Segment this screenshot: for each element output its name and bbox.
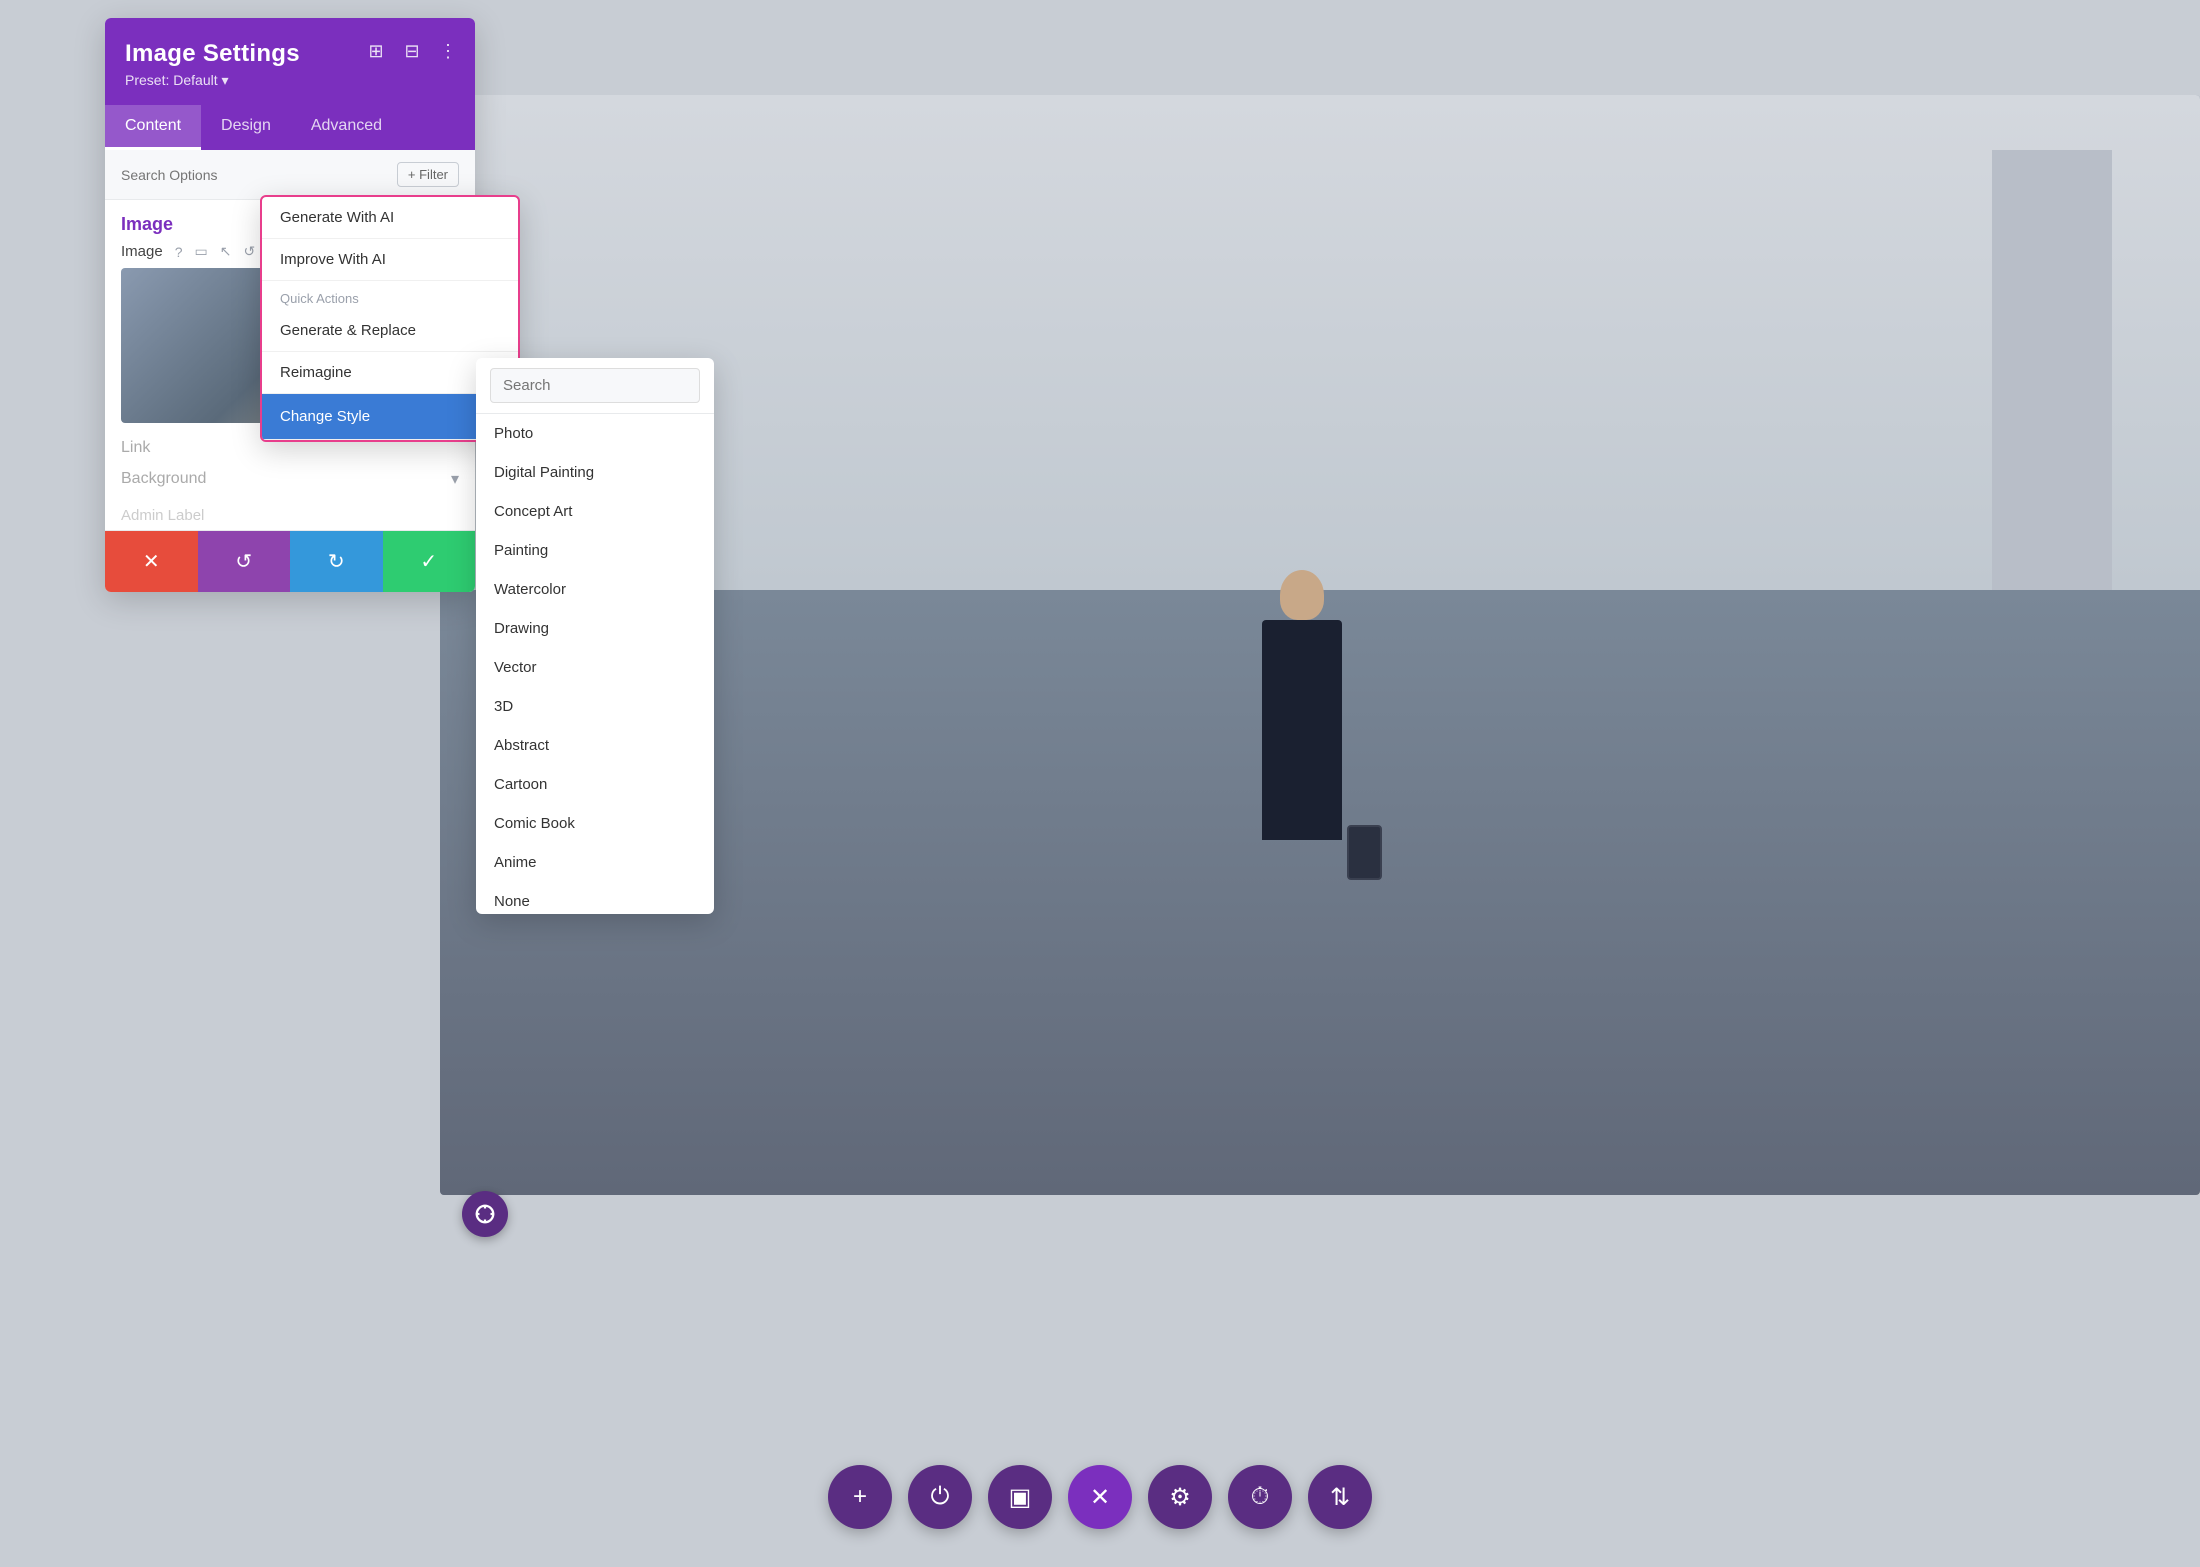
tab-design[interactable]: Design	[201, 105, 291, 150]
bottom-toolbar: ✕ ↺ ↻ ✓	[105, 530, 475, 592]
reset-icon[interactable]: ↺	[243, 243, 255, 260]
section-title: Image	[121, 214, 173, 235]
improve-with-ai-item[interactable]: Improve With AI	[262, 239, 518, 281]
history-float-button[interactable]: ⏱	[1228, 1465, 1292, 1529]
compass-icon	[474, 1203, 496, 1225]
more-icon[interactable]: ⋮	[435, 38, 461, 64]
style-list: Photo Digital Painting Concept Art Paint…	[476, 414, 714, 914]
cancel-button[interactable]: ✕	[105, 531, 198, 592]
style-drawing[interactable]: Drawing	[476, 609, 714, 648]
tab-content[interactable]: Content	[105, 105, 201, 150]
close-float-button[interactable]: ✕	[1068, 1465, 1132, 1529]
tab-advanced[interactable]: Advanced	[291, 105, 402, 150]
style-painting[interactable]: Painting	[476, 531, 714, 570]
style-anime[interactable]: Anime	[476, 843, 714, 882]
background-section: Background ▾	[105, 457, 475, 501]
style-cartoon[interactable]: Cartoon	[476, 765, 714, 804]
cursor-icon[interactable]: ↖	[220, 243, 232, 260]
admin-label: Admin Label	[121, 507, 459, 524]
style-3d[interactable]: 3D	[476, 687, 714, 726]
style-comic-book[interactable]: Comic Book	[476, 804, 714, 843]
nav-float-button[interactable]	[462, 1191, 508, 1237]
style-digital-painting[interactable]: Digital Painting	[476, 453, 714, 492]
generate-with-ai-item[interactable]: Generate With AI	[262, 197, 518, 239]
stop-float-button[interactable]: ▣	[988, 1465, 1052, 1529]
style-vector[interactable]: Vector	[476, 648, 714, 687]
maximize-icon[interactable]: ⊞	[363, 38, 389, 64]
bottom-float-toolbar: + ⏻ ▣ ✕ ⚙ ⏱ ⇅	[828, 1465, 1372, 1529]
style-photo[interactable]: Photo	[476, 414, 714, 453]
generate-replace-item[interactable]: Generate & Replace	[262, 310, 518, 352]
undo-button[interactable]: ↺	[198, 531, 291, 592]
style-search-area	[476, 358, 714, 414]
redo-button[interactable]: ↻	[290, 531, 383, 592]
mobile-icon[interactable]: ▭	[195, 243, 208, 260]
quick-actions-label: Quick Actions	[262, 281, 518, 310]
style-search-input[interactable]	[490, 368, 700, 403]
settings-float-button[interactable]: ⚙	[1148, 1465, 1212, 1529]
filter-button[interactable]: + Filter	[397, 162, 459, 187]
background-label: Background	[121, 470, 206, 488]
search-input[interactable]	[121, 167, 389, 183]
panel-header: Image Settings Preset: Default ▾ ⊞ ⊟ ⋮	[105, 18, 475, 105]
confirm-button[interactable]: ✓	[383, 531, 476, 592]
adjust-float-button[interactable]: ⇅	[1308, 1465, 1372, 1529]
style-abstract[interactable]: Abstract	[476, 726, 714, 765]
power-float-button[interactable]: ⏻	[908, 1465, 972, 1529]
style-none[interactable]: None	[476, 882, 714, 914]
style-dropdown: Photo Digital Painting Concept Art Paint…	[476, 358, 714, 914]
style-watercolor[interactable]: Watercolor	[476, 570, 714, 609]
panel-header-icons: ⊞ ⊟ ⋮	[363, 38, 461, 64]
add-float-button[interactable]: +	[828, 1465, 892, 1529]
admin-label-section: Admin Label	[105, 501, 475, 530]
background-chevron[interactable]: ▾	[451, 469, 459, 489]
panel-preset[interactable]: Preset: Default ▾	[125, 72, 455, 89]
panel-tabs: Content Design Advanced	[105, 105, 475, 150]
image-label: Image	[121, 243, 163, 260]
help-icon[interactable]: ?	[175, 244, 183, 260]
style-concept-art[interactable]: Concept Art	[476, 492, 714, 531]
grid-icon[interactable]: ⊟	[399, 38, 425, 64]
